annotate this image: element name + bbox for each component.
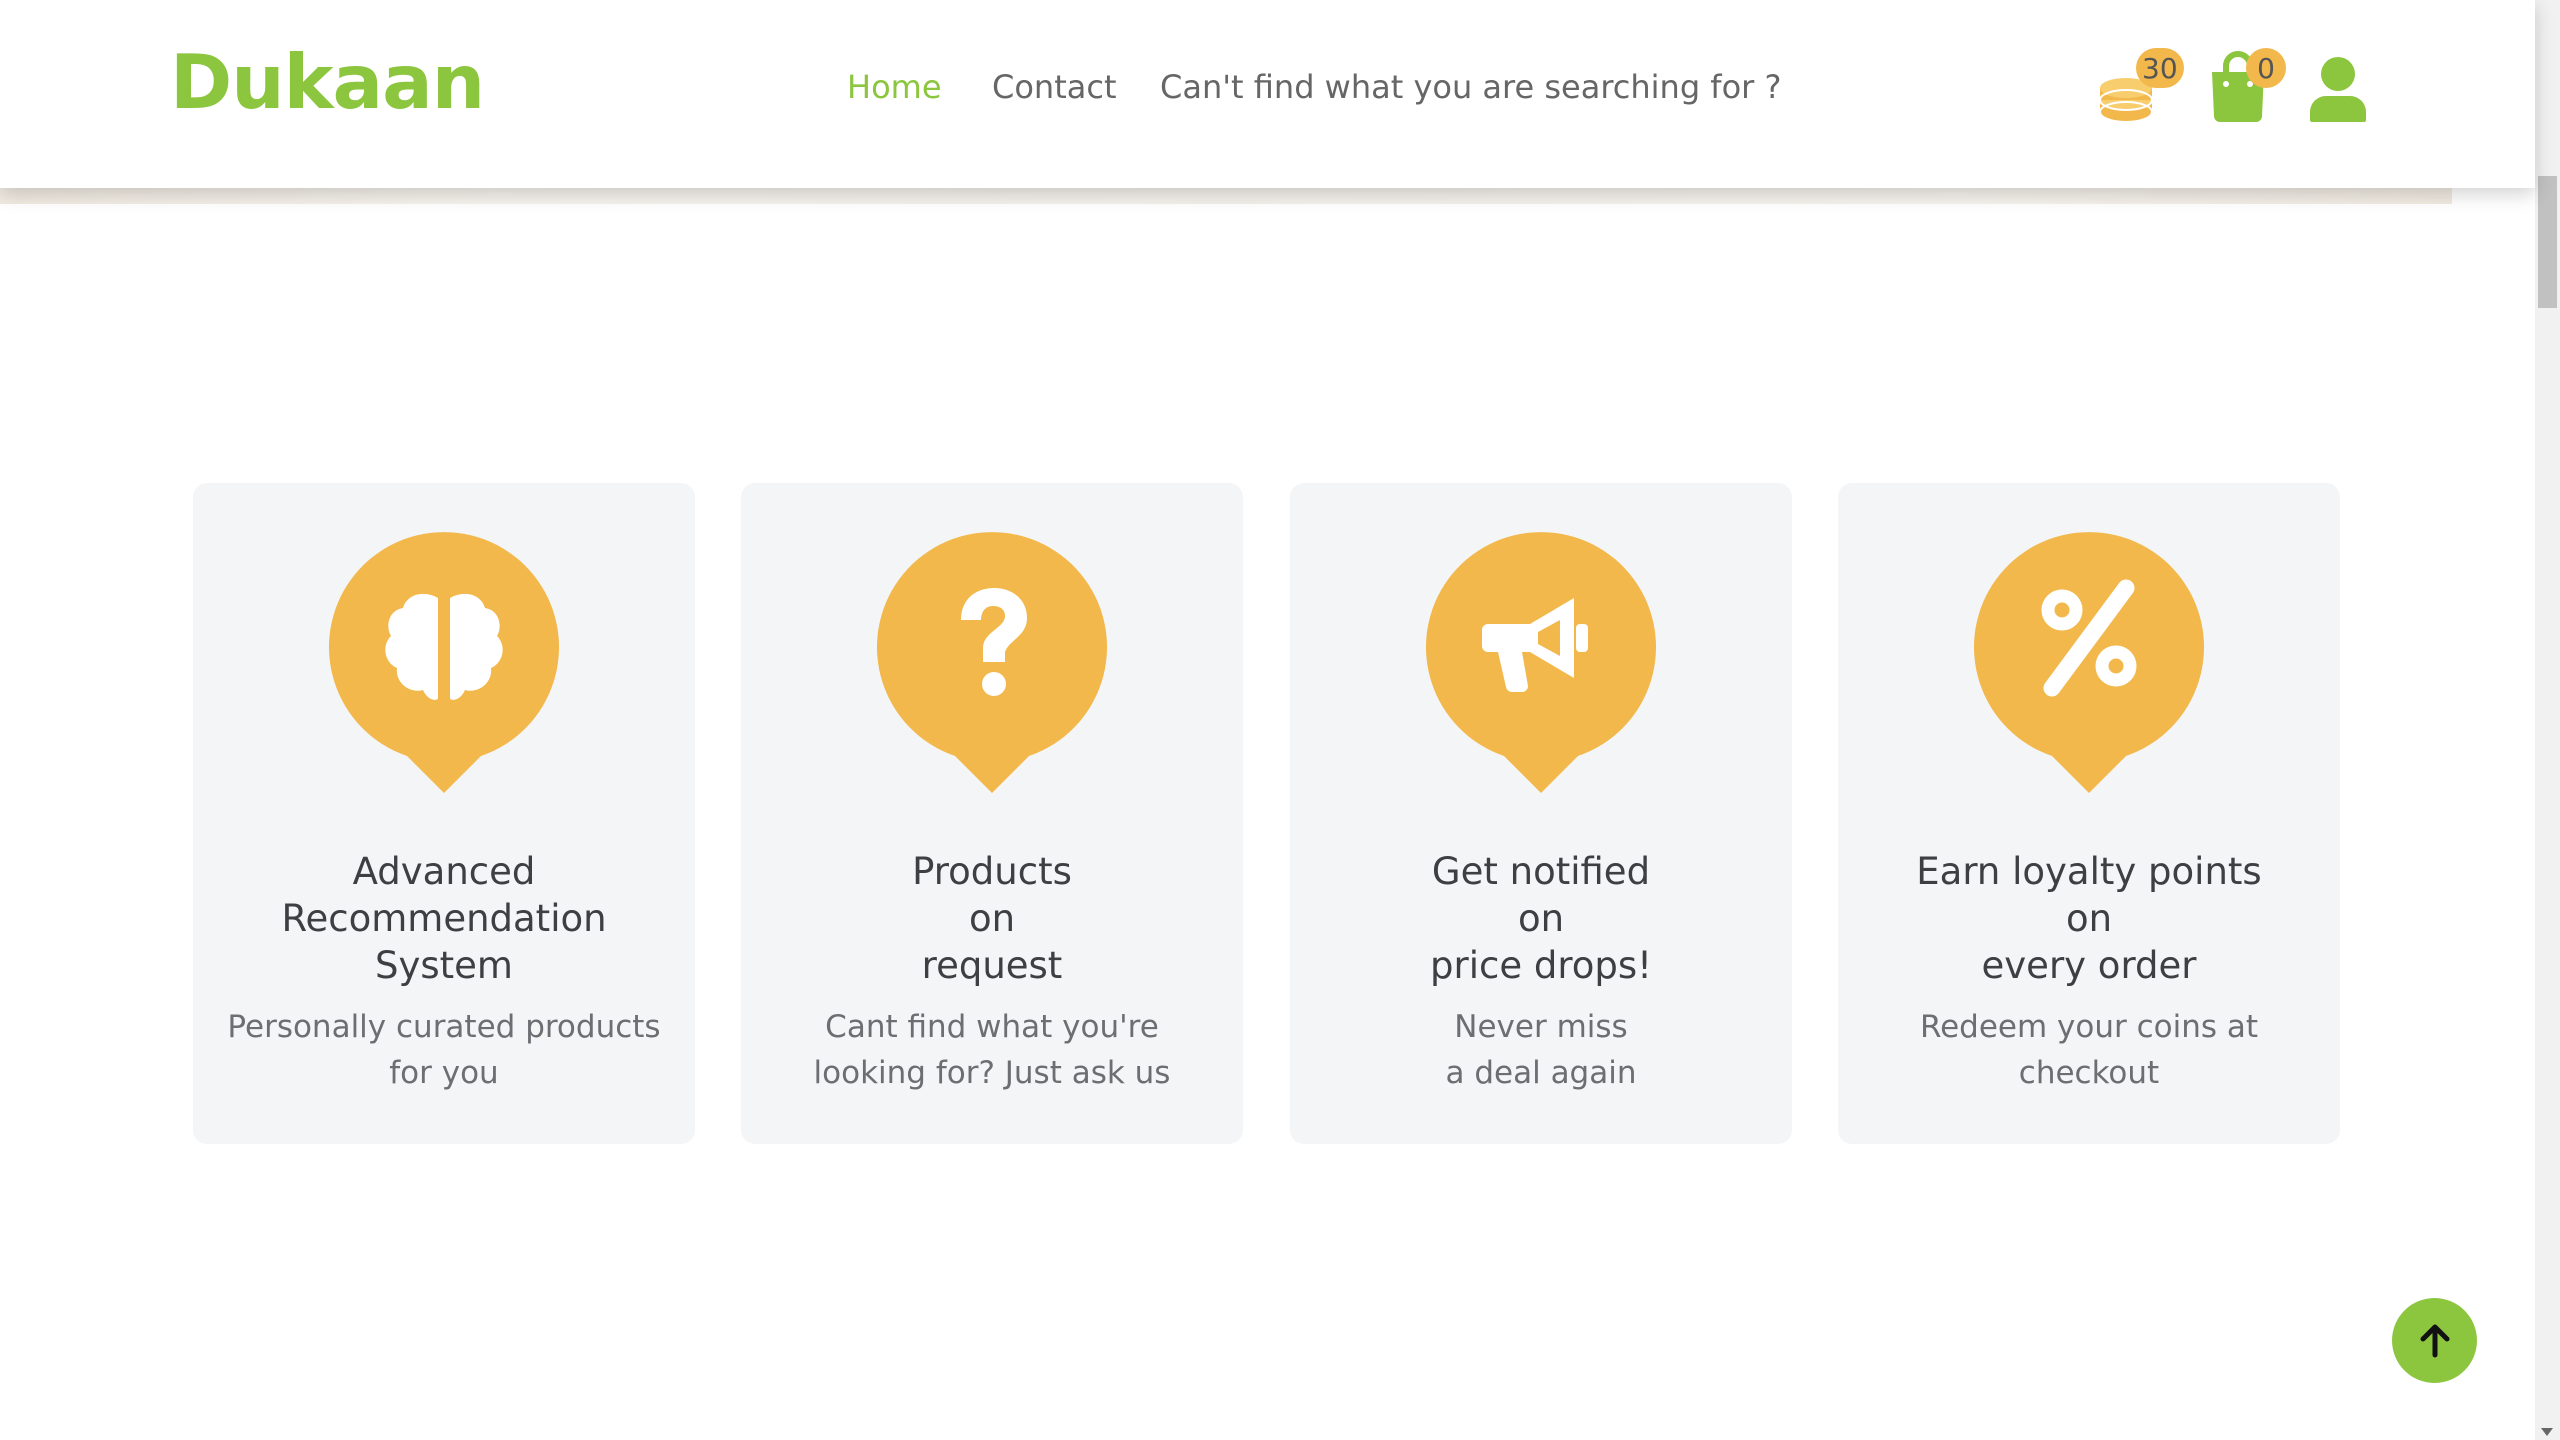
scroll-down-arrow-icon[interactable] [2541,1428,2553,1436]
feature-card-recommendation: Advanced Recommendation System Personall… [193,483,695,1144]
feature-card-loyalty-points: Earn loyalty points on every order Redee… [1838,483,2340,1144]
feature-description: Redeem your coins at checkout [1919,1009,2259,1091]
scroll-to-top-button[interactable] [2392,1298,2477,1383]
megaphone-icon [1426,532,1656,793]
feature-title: Products on request [912,850,1072,987]
feature-title: Earn loyalty points on every order [1916,850,2262,987]
nav-home-link[interactable]: Home [847,68,942,106]
feature-description: Cant find what you're looking for? Just … [813,1009,1171,1091]
site-header: Dukaan Home Contact Can't find what you … [0,0,2535,188]
percent-icon [1974,532,2204,793]
brand-logo[interactable]: Dukaan [170,38,485,126]
coins-count-badge: 30 [2136,48,2184,88]
cart-count-badge: 0 [2246,48,2286,88]
cart-button[interactable]: 0 [2208,44,2288,124]
feature-title: Get notified on price drops! [1430,850,1652,987]
user-account-button[interactable] [2308,56,2368,126]
feature-card-products-on-request: Products on request Cant find what you'r… [741,483,1243,1144]
feature-title: Advanced Recommendation System [281,850,607,987]
hero-image-edge [0,188,2452,204]
feature-description: Never miss a deal again [1445,1009,1637,1091]
page-scrollbar[interactable] [2535,0,2560,1440]
nav-contact-link[interactable]: Contact [992,68,1117,106]
brain-icon [329,532,559,793]
question-icon [877,532,1107,793]
nav-request-link[interactable]: Can't find what you are searching for ? [1160,68,1781,106]
scrollbar-thumb[interactable] [2538,176,2557,308]
arrow-up-icon [2420,1324,2449,1357]
coins-button[interactable]: 30 [2098,48,2184,128]
feature-description: Personally curated products for you [227,1009,661,1091]
feature-card-price-drop-alerts: Get notified on price drops! Never miss … [1290,483,1792,1144]
user-icon [2310,57,2366,122]
